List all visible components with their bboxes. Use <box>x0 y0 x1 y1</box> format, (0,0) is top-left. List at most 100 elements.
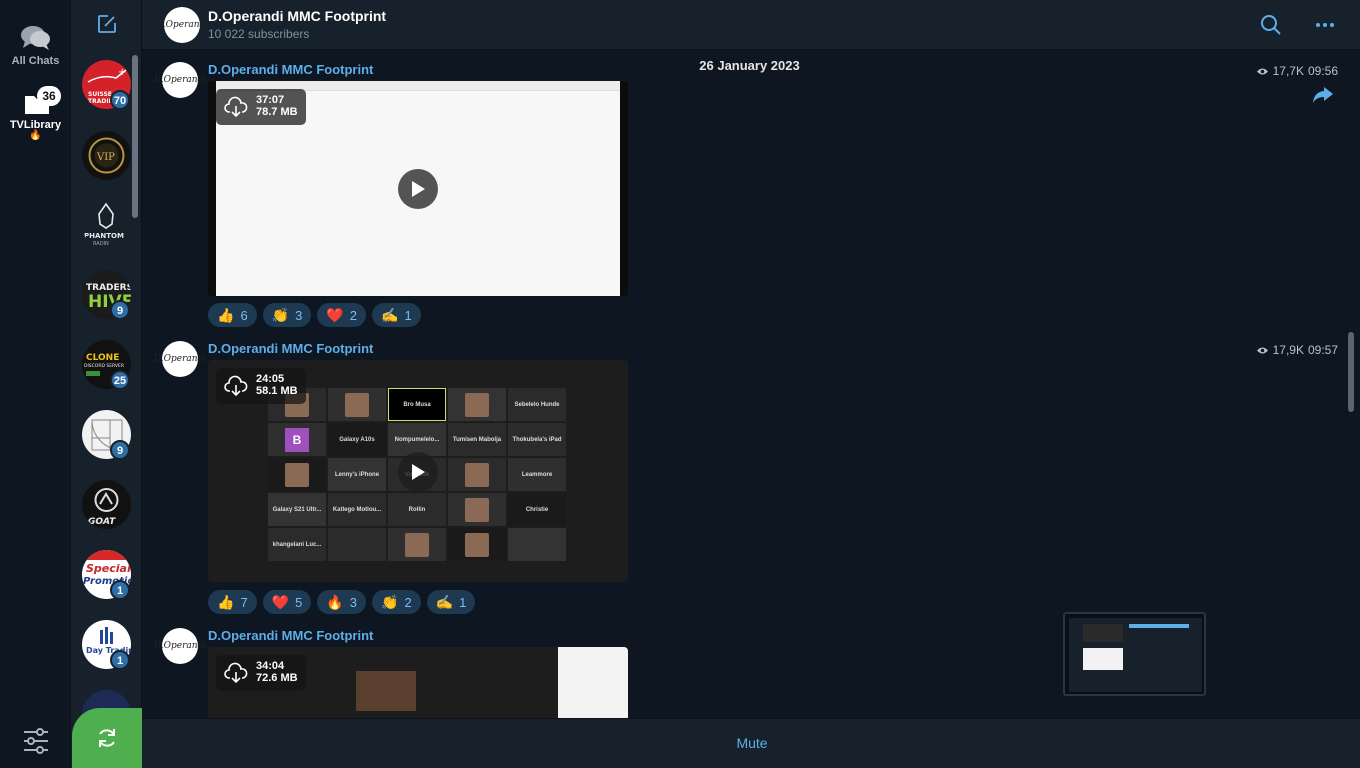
video-download-tag[interactable]: 34:04 72.6 MB <box>216 655 306 691</box>
reaction-heart[interactable]: ❤️ 2 <box>317 303 367 327</box>
chat-avatar-vip[interactable]: VIP <box>82 131 131 180</box>
participant-name: khangelani Luc... <box>272 541 322 548</box>
reactions-bar: 👍 7 ❤️ 5 🔥 3 👏 2 ✍️ 1 <box>208 590 476 614</box>
participant-tile <box>268 458 326 491</box>
participant-tile: khangelani Luc... <box>268 528 326 561</box>
folder-tv-library-badge: 36 <box>37 86 61 106</box>
participant-tile <box>388 528 446 561</box>
participant-tile <box>448 528 506 561</box>
video-download-tag[interactable]: 37:07 78.7 MB <box>216 89 306 125</box>
participant-photo <box>345 392 369 417</box>
participant-name: Rollin <box>408 506 426 513</box>
play-button[interactable] <box>398 169 438 209</box>
chat-list-scrollbar[interactable] <box>132 55 138 218</box>
reaction-thumbs-up[interactable]: 👍 7 <box>208 590 257 614</box>
folder-all-chats-label: All Chats <box>11 55 60 67</box>
participant-photo <box>465 532 489 557</box>
reaction-clap[interactable]: 👏 3 <box>262 303 312 327</box>
post-time: 09:57 <box>1307 343 1338 357</box>
feed-scrollbar[interactable] <box>1348 332 1354 412</box>
video-download-tag[interactable]: 24:05 58.1 MB <box>216 368 306 404</box>
subscriber-count: 10 022 subscribers <box>208 27 310 41</box>
post-author[interactable]: D.Operandi MMC Footprint <box>208 628 373 643</box>
video-side-panel <box>558 647 628 718</box>
participant-tile: Leammore <box>508 458 566 491</box>
video-thumbnail[interactable]: 37:07 78.7 MB <box>208 81 628 296</box>
folder-all-chats[interactable]: All Chats <box>0 24 71 67</box>
post-meta: 17,9K 09:57 <box>1256 343 1338 357</box>
play-button[interactable] <box>398 452 438 492</box>
channel-title[interactable]: D.Operandi MMC Footprint <box>208 8 386 24</box>
telegram-window: All Chats 36 TVLibrary 🔥 +SUISSETRADIN <box>0 0 1360 768</box>
participant-initial: B <box>285 427 309 452</box>
chat-avatar-phantom[interactable]: PHANTOM RADIN <box>82 200 131 249</box>
participant-tile: Bro Musa <box>388 388 446 421</box>
mute-button[interactable]: Mute <box>702 735 802 751</box>
cloud-download-icon <box>224 96 248 118</box>
video-duration: 34:04 <box>256 660 285 672</box>
post-views: 17,9K <box>1272 343 1304 357</box>
post-author[interactable]: D.Operandi MMC Footprint <box>208 341 373 356</box>
chat-bubbles-icon <box>20 26 50 50</box>
participant-tile <box>508 528 566 561</box>
participant-tile: B <box>268 423 326 456</box>
reaction-heart[interactable]: ❤️ 5 <box>262 590 312 614</box>
participant-tile <box>448 388 506 421</box>
video-speaker-tile <box>356 671 416 711</box>
participant-name: Katlego Motlou... <box>332 506 382 513</box>
folder-tv-library[interactable]: 36 TVLibrary 🔥 <box>0 86 71 141</box>
svg-text:Special: Special <box>86 562 131 575</box>
play-icon <box>412 181 425 197</box>
settings-sliders-icon[interactable] <box>22 728 50 754</box>
video-duration: 37:07 <box>256 94 285 106</box>
reactions-bar: 👍 6 👏 3 ❤️ 2 ✍️ 1 <box>208 303 421 327</box>
post-views: 17,7K <box>1272 64 1304 78</box>
date-separator: 26 January 2023 <box>699 58 800 73</box>
svg-text:PHANTOM: PHANTOM <box>84 232 124 240</box>
svg-text:RADIN: RADIN <box>93 241 109 247</box>
reaction-fire[interactable]: 🔥 3 <box>317 590 367 614</box>
post-time: 09:56 <box>1307 64 1338 78</box>
reaction-writing-hand[interactable]: ✍️ 1 <box>426 590 476 614</box>
post-avatar[interactable]: D.Operandi <box>154 62 206 98</box>
participant-name: Galaxy A10s <box>339 436 375 443</box>
post-avatar[interactable]: D.Operandi <box>154 628 206 664</box>
participant-name: Sebelelo Hunde <box>514 401 560 408</box>
participant-tile: Tumisen Mabolja <box>448 423 506 456</box>
video-thumbnail[interactable]: 34:04 72.6 MB <box>208 647 628 718</box>
participant-tile <box>448 458 506 491</box>
participant-photo <box>285 462 309 487</box>
refresh-button[interactable] <box>72 708 142 768</box>
participant-name: Galaxy S21 Ultr... <box>272 506 322 513</box>
search-icon[interactable] <box>1260 14 1282 36</box>
participant-name: Bro Musa <box>403 401 431 408</box>
reaction-clap[interactable]: 👏 2 <box>372 590 421 614</box>
participant-tile: Rollin <box>388 493 446 526</box>
svg-text:+: + <box>118 67 126 78</box>
pip-video-preview[interactable] <box>1063 612 1206 696</box>
chat-avatar-goat[interactable]: GOAT <box>82 480 131 529</box>
views-eye-icon <box>1256 347 1268 353</box>
reaction-writing-hand[interactable]: ✍️ 1 <box>372 303 421 327</box>
channel-avatar[interactable]: D.Operandi <box>156 7 208 43</box>
play-icon <box>412 464 425 480</box>
svg-text:VIP: VIP <box>96 152 115 163</box>
refresh-icon <box>99 729 115 747</box>
chat-badge-clone-discord: 25 <box>110 370 130 390</box>
compose-icon[interactable] <box>97 14 117 34</box>
views-eye-icon <box>1256 68 1268 74</box>
participant-tile <box>328 528 386 561</box>
video-thumbnail[interactable]: Bro Musa Sebelelo Hunde B Galaxy A10s Nompum… <box>208 360 628 582</box>
cloud-download-icon <box>224 662 248 684</box>
more-options-icon[interactable] <box>1314 16 1336 34</box>
participant-photo <box>465 392 489 417</box>
chat-badge-golden-ratio: 9 <box>110 440 130 460</box>
share-forward-icon[interactable] <box>1312 86 1334 104</box>
reaction-thumbs-up[interactable]: 👍 6 <box>208 303 257 327</box>
chat-header: D.Operandi D.Operandi MMC Footprint 10 0… <box>142 0 1360 50</box>
chat-footer: Mute <box>142 718 1360 768</box>
svg-text:GOAT: GOAT <box>88 517 116 527</box>
post-avatar[interactable]: D.Operandi <box>154 341 206 377</box>
post-author[interactable]: D.Operandi MMC Footprint <box>208 62 373 77</box>
cloud-download-icon <box>224 375 248 397</box>
